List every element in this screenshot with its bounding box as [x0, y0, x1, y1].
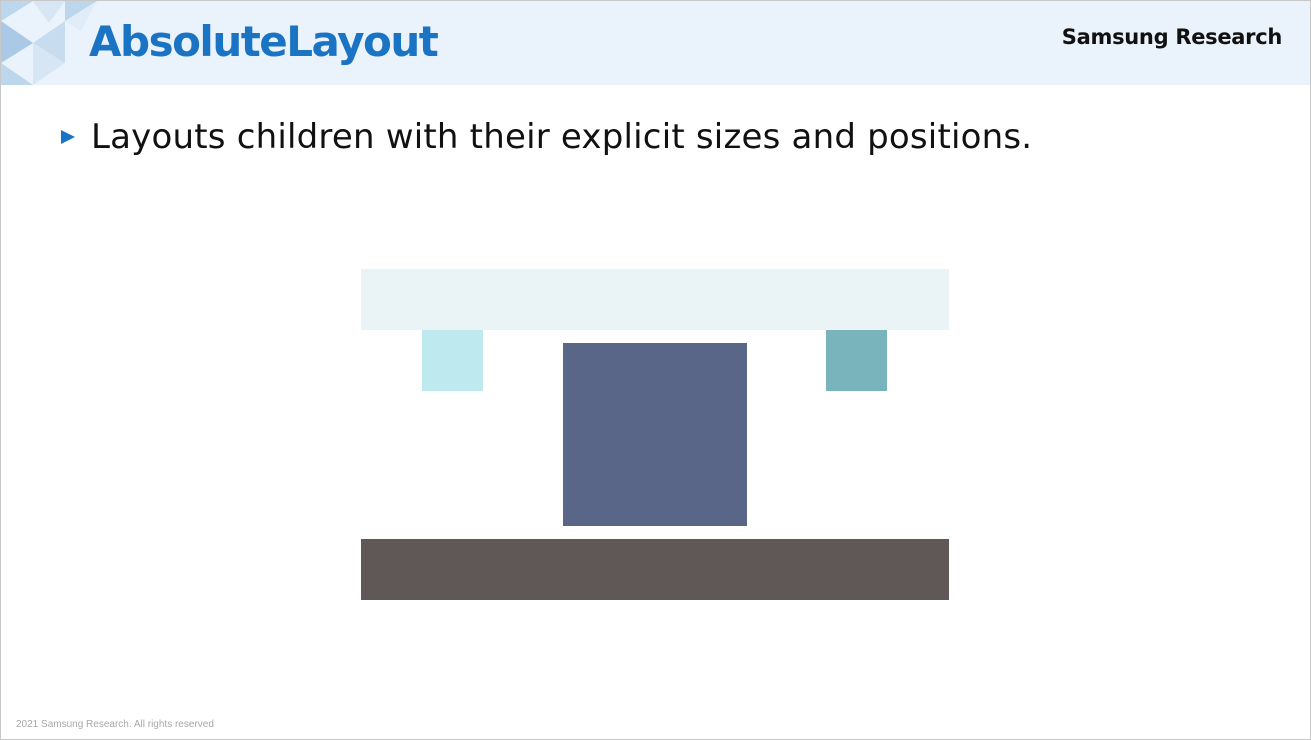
top-bar-box — [361, 269, 949, 330]
center-box — [563, 343, 747, 526]
bottom-bar-box — [361, 539, 949, 600]
bullet-text: Layouts children with their explicit siz… — [91, 117, 1033, 157]
triangle-pattern-decoration — [1, 1, 97, 85]
small-box-right — [826, 330, 887, 391]
absolute-layout-demo — [361, 269, 949, 600]
samsung-research-logo: Samsung Research — [1061, 25, 1283, 49]
slide-title: AbsoluteLayout — [89, 17, 439, 66]
bullet-point: Layouts children with their explicit siz… — [59, 117, 1032, 157]
slide: AbsoluteLayout Samsung Research Layouts … — [0, 0, 1311, 740]
triangle-right-icon — [61, 130, 75, 144]
small-box-left — [422, 330, 483, 391]
copyright-text: 2021 Samsung Research. All rights reserv… — [16, 719, 214, 730]
